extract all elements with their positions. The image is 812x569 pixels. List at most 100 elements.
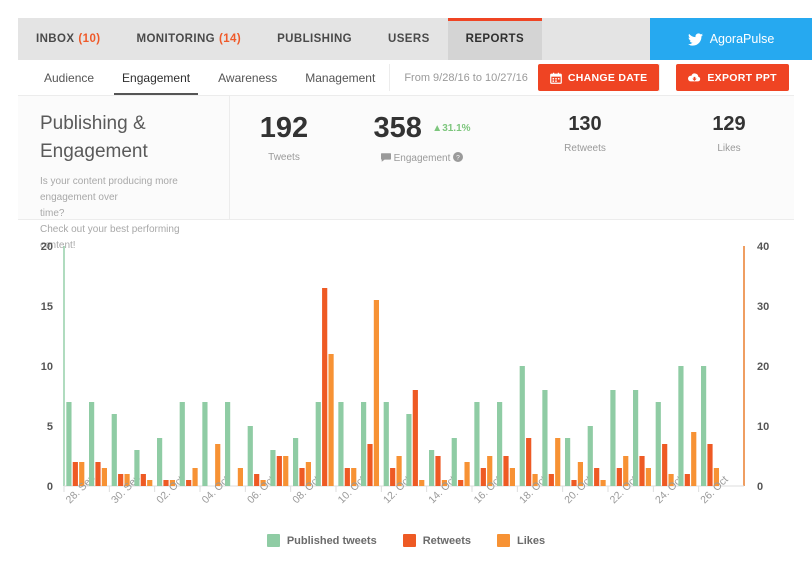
nav-tab-publishing[interactable]: PUBLISHING (259, 18, 370, 60)
legend-label: Published tweets (286, 534, 377, 547)
nav-tab-users[interactable]: USERS (370, 18, 448, 60)
bar-2[interactable] (555, 438, 561, 486)
bar-1[interactable] (412, 390, 418, 486)
bar-0[interactable] (270, 450, 276, 486)
bar-0[interactable] (111, 414, 117, 486)
top-navigation: INBOX (10) MONITORING (14) PUBLISHING US… (0, 18, 812, 60)
bar-2[interactable] (600, 480, 606, 486)
bar-2[interactable] (645, 468, 651, 486)
bar-0[interactable] (89, 402, 95, 486)
bar-2[interactable] (464, 462, 470, 486)
bar-0[interactable] (474, 402, 480, 486)
bar-2[interactable] (328, 354, 334, 486)
legend-swatch-icon (402, 534, 416, 547)
brand-account-tab[interactable]: AgoraPulse (650, 18, 812, 60)
bar-2[interactable] (237, 468, 243, 486)
bar-0[interactable] (338, 402, 344, 486)
bar-1[interactable] (662, 444, 668, 486)
change-date-button[interactable]: CHANGE DATE (537, 64, 660, 91)
nav-tab-monitoring[interactable]: MONITORING (14) (118, 18, 259, 60)
bar-2[interactable] (192, 468, 198, 486)
legend-item-0[interactable]: Published tweets (266, 534, 377, 547)
nav-tab-reports[interactable]: REPORTS (447, 18, 543, 60)
bar-1[interactable] (594, 468, 600, 486)
bar-1[interactable] (435, 456, 441, 486)
bar-0[interactable] (429, 450, 435, 486)
topnav-strip: INBOX (10) MONITORING (14) PUBLISHING US… (18, 18, 812, 60)
tab-engagement[interactable]: Engagement (108, 60, 204, 95)
bar-0[interactable] (361, 402, 367, 486)
bar-1[interactable] (276, 456, 282, 486)
bar-2[interactable] (419, 480, 425, 486)
bar-0[interactable] (157, 438, 163, 486)
bar-2[interactable] (509, 468, 515, 486)
kpi-tweets-value: 192 (259, 112, 309, 144)
legend-label: Likes (517, 534, 546, 547)
bar-0[interactable] (225, 402, 231, 486)
legend-item-1[interactable]: Retweets (402, 534, 471, 547)
bar-2[interactable] (691, 432, 697, 486)
tab-audience[interactable]: Audience (30, 60, 108, 95)
tab-awareness[interactable]: Awareness (204, 60, 291, 95)
export-ppt-button[interactable]: EXPORT PPT (676, 64, 789, 91)
report-subnav: Audience Engagement Awareness Management… (18, 60, 794, 96)
bar-0[interactable] (293, 438, 299, 486)
bar-0[interactable] (134, 450, 140, 486)
brand-account-label: AgoraPulse (709, 32, 775, 46)
bar-0[interactable] (701, 366, 707, 486)
bar-0[interactable] (497, 402, 503, 486)
bar-1[interactable] (503, 456, 509, 486)
bar-1[interactable] (72, 462, 78, 486)
bar-0[interactable] (179, 402, 185, 486)
kpi-engagement-delta: ▲31.1% (432, 123, 471, 134)
bar-1[interactable] (707, 444, 713, 486)
bar-0[interactable] (633, 390, 639, 486)
bar-1[interactable] (684, 474, 690, 486)
y-axis-right-tick: 30 (757, 301, 769, 313)
bar-0[interactable] (383, 402, 389, 486)
bar-0[interactable] (247, 426, 253, 486)
bar-0[interactable] (66, 402, 72, 486)
export-ppt-label: EXPORT PPT (707, 71, 777, 84)
bar-0[interactable] (610, 390, 616, 486)
bar-1[interactable] (639, 456, 645, 486)
bar-0[interactable] (587, 426, 593, 486)
bar-1[interactable] (548, 474, 554, 486)
bar-2[interactable] (373, 300, 379, 486)
y-axis-left-tick: 0 (47, 481, 53, 493)
kpi-engagement-label-row: Engagement ? (338, 152, 506, 165)
bar-0[interactable] (565, 438, 571, 486)
legend-item-2[interactable]: Likes (497, 534, 545, 547)
bar-0[interactable] (451, 438, 457, 486)
bar-2[interactable] (101, 468, 107, 486)
bar-1[interactable] (367, 444, 373, 486)
bar-1[interactable] (458, 480, 464, 486)
tab-audience-label: Audience (44, 70, 95, 85)
y-axis-right-tick: 40 (757, 241, 769, 253)
kpi-likes: 129 Likes (664, 114, 794, 219)
bar-0[interactable] (315, 402, 321, 486)
calendar-icon (549, 72, 562, 84)
bar-0[interactable] (542, 390, 548, 486)
bar-0[interactable] (655, 402, 661, 486)
bar-1[interactable] (140, 474, 146, 486)
bar-2[interactable] (283, 456, 289, 486)
nav-tab-inbox[interactable]: INBOX (10) (18, 18, 118, 60)
bar-0[interactable] (202, 402, 208, 486)
nav-tab-inbox-count: (10) (78, 33, 101, 45)
bar-0[interactable] (406, 414, 412, 486)
page-title-line1: Publishing & (40, 113, 146, 134)
bar-1[interactable] (95, 462, 101, 486)
help-circle-icon[interactable]: ? (453, 152, 464, 165)
kpi-engagement-value: 358 (373, 112, 422, 144)
summary-panel: Publishing & Engagement Is your content … (18, 96, 794, 251)
bar-1[interactable] (526, 438, 532, 486)
bar-1[interactable] (186, 480, 192, 486)
bar-0[interactable] (519, 366, 525, 486)
tab-management[interactable]: Management (291, 60, 389, 95)
bar-1[interactable] (322, 288, 328, 486)
bar-0[interactable] (678, 366, 684, 486)
twitter-bird-icon (687, 32, 703, 46)
bar-2[interactable] (147, 480, 153, 486)
legend-label: Retweets (422, 534, 471, 547)
